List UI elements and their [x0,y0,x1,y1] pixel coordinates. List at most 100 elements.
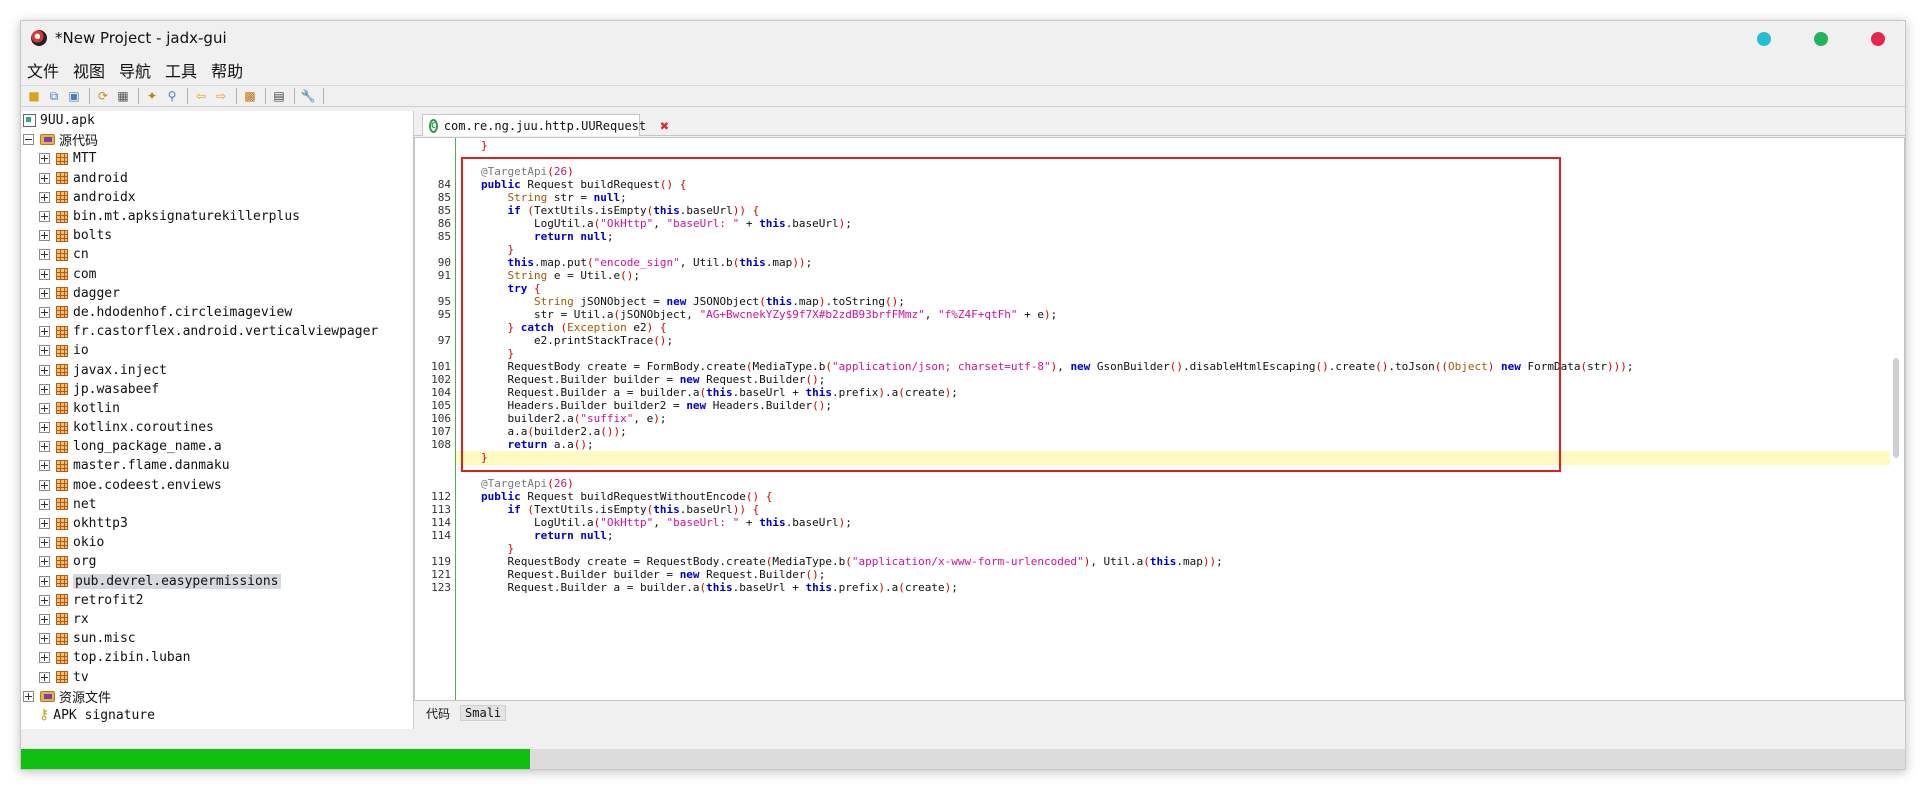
tree-root[interactable]: 9UU.apk [21,111,413,130]
expand-icon[interactable] [39,498,50,510]
tree-package[interactable]: moe.codeest.enviews [21,476,413,495]
tree-package[interactable]: okio [21,533,413,552]
expand-icon[interactable] [39,652,50,664]
expand-icon[interactable] [39,268,50,280]
add-files-icon[interactable]: ⧉ [45,87,63,105]
tree-package[interactable]: android [21,169,413,188]
expand-icon[interactable] [39,287,50,299]
maximize-button[interactable] [1814,32,1828,46]
flat-packages-icon[interactable]: ▦ [114,87,132,105]
close-button[interactable] [1871,32,1885,46]
preferences-icon[interactable]: 🔧 [299,87,317,105]
line-number: 95 [437,295,451,308]
line-number: 107 [431,425,451,438]
open-file-icon[interactable]: ■ [25,87,43,105]
save-all-icon[interactable]: ▣ [65,87,83,105]
tab-code[interactable]: 代码 [422,705,454,722]
line-number: 85 [437,191,451,204]
expand-icon[interactable] [39,249,50,261]
tree-package[interactable]: long_package_name.a [21,437,413,456]
package-icon [56,479,68,492]
tree-package[interactable]: kotlinx.coroutines [21,418,413,437]
tree-package[interactable]: com [21,265,413,284]
expand-icon[interactable] [39,441,50,453]
tree-package[interactable]: cn [21,245,413,264]
sync-icon[interactable]: ⟳ [94,87,112,105]
expand-icon[interactable] [39,153,50,165]
tree-package[interactable]: io [21,341,413,360]
tree-package[interactable]: kotlin [21,399,413,418]
close-tab-icon[interactable]: ✖ [660,117,669,135]
tab-smali[interactable]: Smali [460,705,507,721]
expand-icon[interactable] [39,460,50,472]
menu-view[interactable]: 视图 [71,58,107,82]
code-editor[interactable]: 84 85 85 86 85 90 91 95 95 97 101 102 104 105 106 107 10… [414,137,1905,701]
tree-apk-signature[interactable]: ⚷ APK signature [21,706,413,725]
expand-icon[interactable] [39,479,50,491]
package-icon [56,536,68,549]
tree-package[interactable]: top.zibin.luban [21,648,413,667]
tree-package[interactable]: de.hdodenhof.circleimageview [21,303,413,322]
tree-resources-folder[interactable]: 资源文件 [21,687,413,706]
scrollbar-thumb[interactable] [1893,358,1899,458]
tree-package[interactable]: fr.castorflex.android.verticalviewpager [21,322,413,341]
expand-icon[interactable] [39,613,50,625]
tree-package[interactable]: MTT [21,149,413,168]
decompile-all-icon[interactable]: ✦ [143,87,161,105]
expand-icon[interactable] [39,402,50,414]
expand-icon[interactable] [39,383,50,395]
expand-icon[interactable] [39,518,50,530]
line-number: 108 [431,438,451,451]
expand-icon[interactable] [39,211,50,223]
tree-package[interactable]: bolts [21,226,413,245]
tree-package[interactable]: pub.devrel.easypermissions [21,572,413,591]
menu-navigation[interactable]: 导航 [117,58,153,82]
expand-icon[interactable] [39,326,50,338]
tree-package-label: org [73,554,97,570]
expand-icon[interactable] [39,671,50,683]
menu-tools[interactable]: 工具 [163,58,199,82]
tree-package[interactable]: master.flame.danmaku [21,456,413,475]
search-icon[interactable]: ⚲ [163,87,181,105]
package-icon [56,671,68,684]
tree-package[interactable]: tv [21,667,413,686]
expand-icon[interactable] [39,594,50,606]
expand-icon[interactable] [39,172,50,184]
expand-icon[interactable] [39,230,50,242]
expand-icon[interactable] [39,633,50,645]
log-viewer-icon[interactable]: ▤ [270,87,288,105]
expand-icon[interactable] [39,575,50,587]
menu-file[interactable]: 文件 [25,58,61,82]
tree-package[interactable]: retrofit2 [21,591,413,610]
deobfuscation-icon[interactable]: ▩ [241,87,259,105]
tree-package[interactable]: javax.inject [21,360,413,379]
expand-icon[interactable] [39,306,50,318]
tree-package[interactable]: org [21,552,413,571]
expand-icon[interactable] [39,556,50,568]
expand-icon[interactable] [39,537,50,549]
expand-icon[interactable] [39,345,50,357]
tree-package[interactable]: okhttp3 [21,514,413,533]
expand-icon[interactable] [39,191,50,203]
tree-package[interactable]: net [21,495,413,514]
tree-package[interactable]: rx [21,610,413,629]
forward-icon[interactable]: ⇨ [212,87,230,105]
expand-icon[interactable] [39,422,50,434]
expand-icon[interactable] [39,364,50,376]
tree-package[interactable]: androidx [21,188,413,207]
tree-package-label: jp.wasabeef [73,381,160,397]
minimize-button[interactable] [1757,32,1771,46]
tree-package-label: kotlinx.coroutines [73,420,214,436]
vertical-scrollbar[interactable] [1888,138,1900,700]
tree-package[interactable]: jp.wasabeef [21,380,413,399]
tree-package-label: top.zibin.luban [73,650,191,666]
tree-package[interactable]: sun.misc [21,629,413,648]
tab-uurequest[interactable]: C com.re.ng.juu.http.UURequest ✖ [422,114,669,136]
tree-source-folder[interactable]: 源代码 [21,130,413,149]
collapse-icon[interactable] [23,134,34,146]
tree-package[interactable]: bin.mt.apksignaturekillerplus [21,207,413,226]
menu-help[interactable]: 帮助 [209,58,245,82]
tree-package[interactable]: dagger [21,284,413,303]
back-icon[interactable]: ⇦ [192,87,210,105]
expand-icon[interactable] [23,690,34,702]
